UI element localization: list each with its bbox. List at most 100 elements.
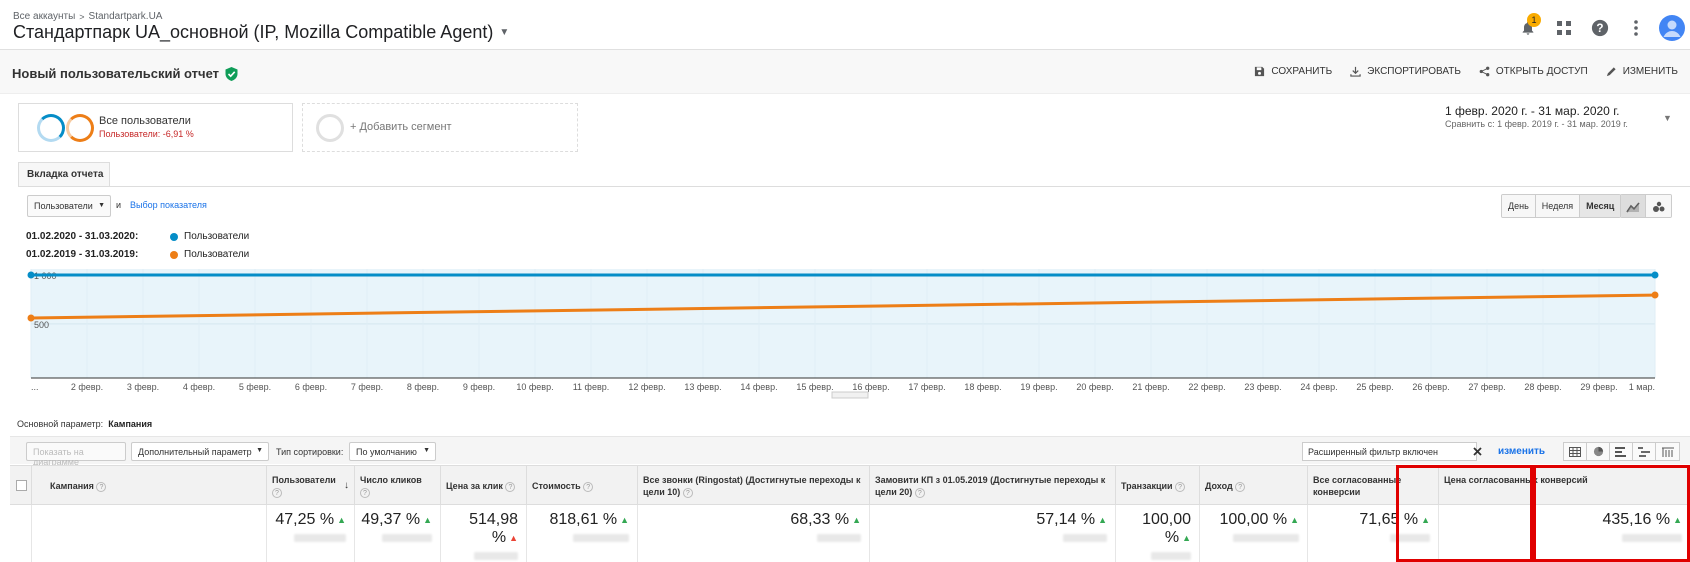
help-icon[interactable]: ?	[96, 481, 107, 492]
col-clicks-label: Число кликов	[360, 475, 422, 485]
col-order-goal20[interactable]: Замовити КП з 01.05.2019 (Достигнутые пе…	[870, 466, 1116, 506]
period-day-button[interactable]: День	[1502, 195, 1536, 217]
x-tick-label: 15 февр.	[796, 382, 833, 392]
edit-button[interactable]: ИЗМЕНИТЬ	[1606, 66, 1678, 77]
select-all-checkbox[interactable]	[16, 480, 27, 491]
pie-view-button[interactable]	[1587, 443, 1610, 460]
legend-row-2019: 01.02.2019 - 31.03.2019: Пользователи	[26, 249, 249, 260]
primary-dimension-value[interactable]: Кампания	[108, 419, 152, 429]
help-icon[interactable]: ?	[1235, 481, 1246, 492]
col-transactions[interactable]: Транзакции ?	[1116, 466, 1200, 506]
help-icon[interactable]: ?	[272, 487, 282, 498]
total-orders: 57,14 % ▲	[870, 505, 1116, 562]
tab-report[interactable]: Вкладка отчета	[18, 162, 110, 186]
period-week-button[interactable]: Неделя	[1535, 195, 1581, 217]
date-dropdown-icon[interactable]: ▼	[1663, 113, 1672, 123]
breadcrumb-all-accounts[interactable]: Все аккаунты	[13, 11, 75, 22]
account-selector[interactable]: Стандартпарк UA_основной (IP, Mozilla Co…	[13, 22, 509, 43]
metric-select-value: Пользователи	[34, 201, 93, 211]
advanced-filter-input[interactable]: Расширенный фильтр включен	[1302, 442, 1477, 461]
legend-label: Пользователи	[184, 249, 250, 260]
col-clicks[interactable]: Число кликов?	[355, 466, 441, 506]
col-calls-goal10[interactable]: Все звонки (Ringostat) (Достигнутые пере…	[638, 466, 870, 506]
blurred-subtext	[382, 534, 432, 542]
x-tick-label: 2 февр.	[71, 382, 103, 392]
close-icon	[1473, 447, 1482, 456]
tab-divider	[18, 186, 1690, 187]
col-campaign[interactable]: Кампания ?	[32, 466, 267, 506]
x-tick-label: 25 февр.	[1356, 382, 1393, 392]
blurred-subtext	[1063, 534, 1107, 542]
add-segment-label: + Добавить сегмент	[350, 121, 452, 133]
help-icon[interactable]: ?	[682, 487, 693, 498]
comparison-view-button[interactable]	[1633, 443, 1656, 460]
col-cost[interactable]: Стоимость ?	[527, 466, 638, 506]
report-title-bar: Новый пользовательский отчет СОХРАНИТЬ Э…	[0, 50, 1690, 94]
secondary-dimension-label: Дополнительный параметр	[138, 447, 252, 457]
share-icon	[1479, 66, 1490, 77]
col-revenue[interactable]: Доход ?	[1200, 466, 1308, 506]
help-icon[interactable]: ?	[583, 481, 594, 492]
series-point-start	[27, 314, 35, 322]
col-cpc[interactable]: Цена за клик ?	[441, 466, 527, 506]
account-avatar-button[interactable]	[1654, 14, 1690, 42]
performance-view-button[interactable]	[1610, 443, 1633, 460]
line-chart-icon	[1626, 202, 1640, 213]
save-icon	[1255, 66, 1265, 77]
share-button[interactable]: ОТКРЫТЬ ДОСТУП	[1479, 66, 1588, 77]
segment-2020-ring-icon	[37, 114, 65, 142]
sort-type-value: По умолчанию	[356, 447, 417, 457]
clear-filter-button[interactable]	[1469, 443, 1486, 460]
more-options-button[interactable]	[1618, 14, 1654, 42]
arrow-up-icon: ▲	[337, 514, 346, 525]
report-title: Новый пользовательский отчет	[12, 66, 220, 81]
x-tick-label: 14 февр.	[740, 382, 777, 392]
export-button[interactable]: ЭКСПОРТИРОВАТЬ	[1350, 66, 1461, 77]
breadcrumb: Все аккаунты > Standartpark.UA	[13, 11, 162, 22]
period-month-button[interactable]: Месяц	[1580, 195, 1621, 217]
line-chart-button[interactable]	[1621, 195, 1646, 217]
save-button[interactable]: СОХРАНИТЬ	[1254, 66, 1332, 77]
segment-all-users[interactable]: Все пользователи Пользователи: -6,91 %	[18, 103, 293, 152]
choose-metric-link[interactable]: Выбор показателя	[130, 200, 207, 210]
edit-filter-link[interactable]: изменить	[1498, 446, 1545, 457]
help-icon[interactable]: ?	[505, 481, 516, 492]
arrow-up-icon: ▲	[1098, 514, 1107, 525]
pivot-view-button[interactable]	[1656, 443, 1679, 460]
date-compare: Сравнить с: 1 февр. 2019 г. - 31 мар. 20…	[1445, 119, 1628, 129]
sort-type-label: Тип сортировки:	[276, 447, 344, 457]
help-button[interactable]: ?	[1582, 14, 1618, 42]
col-cost-label: Стоимость	[532, 481, 581, 491]
apps-button[interactable]	[1546, 14, 1582, 42]
secondary-dimension-select[interactable]: Дополнительный параметр ▼	[131, 442, 269, 461]
add-segment-button[interactable]: + Добавить сегмент	[302, 103, 578, 152]
totals-spacer	[10, 505, 32, 562]
x-tick-label: 6 февр.	[295, 382, 327, 392]
x-tick-label: 20 февр.	[1076, 382, 1113, 392]
total-clicks: 49,37 % ▲	[355, 505, 441, 562]
x-tick-label: 18 февр.	[964, 382, 1001, 392]
help-icon[interactable]: ?	[1175, 481, 1186, 492]
pencil-icon	[1606, 67, 1616, 77]
show-on-chart-button[interactable]: Показать на диаграмме	[26, 442, 126, 467]
table-view-button[interactable]	[1564, 443, 1587, 460]
highlight-assisted-conversion-cost	[1533, 465, 1690, 562]
motion-chart-button[interactable]	[1646, 195, 1671, 217]
blurred-subtext	[294, 534, 346, 542]
notifications-button[interactable]: 1	[1510, 13, 1546, 42]
bar-list-icon	[1615, 446, 1626, 457]
total-calls-value: 68,33 %	[790, 511, 850, 528]
period-toggle: День Неделя Месяц	[1501, 194, 1622, 218]
help-icon[interactable]: ?	[360, 487, 370, 498]
date-range[interactable]: 1 февр. 2020 г. - 31 мар. 2020 г.	[1445, 104, 1619, 118]
x-tick-label: 3 февр.	[127, 382, 159, 392]
sort-type-select[interactable]: По умолчанию ▼	[349, 442, 436, 461]
col-users[interactable]: Пользователи? ↓	[267, 466, 355, 506]
empty-segment-ring-icon	[316, 114, 344, 142]
primary-dimension: Основной параметр: Кампания	[17, 419, 152, 429]
help-icon[interactable]: ?	[914, 487, 925, 498]
x-tick-label: 22 февр.	[1188, 382, 1225, 392]
breadcrumb-account[interactable]: Standartpark.UA	[89, 11, 163, 22]
chart-type-toggle	[1620, 194, 1672, 218]
metric-select[interactable]: Пользователи ▼	[27, 195, 111, 217]
